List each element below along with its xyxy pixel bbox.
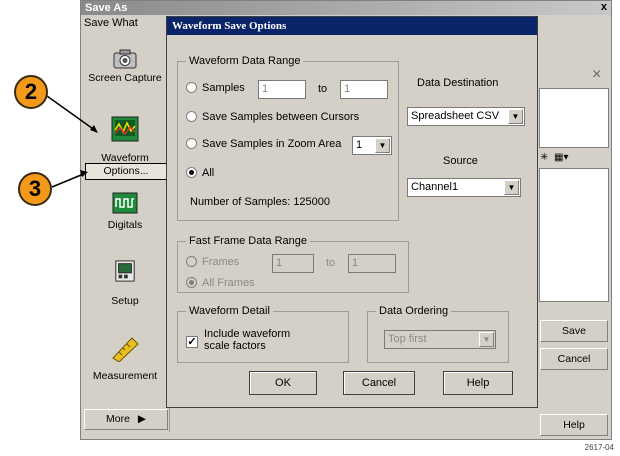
sidebar-item-label: Screen Capture [88, 72, 162, 84]
ruler-icon [112, 337, 139, 362]
sidebar-item-setup[interactable]: Setup [82, 260, 168, 320]
samples-radio[interactable]: Samples [186, 82, 245, 94]
radio-icon [186, 256, 197, 267]
data-ordering-select[interactable]: Top first ▼ [384, 330, 496, 349]
save-button[interactable]: Save [540, 320, 608, 342]
zoom-area-select[interactable]: 1 ▼ [352, 136, 392, 155]
save-as-title-bar: Save As [81, 1, 611, 15]
group-legend: Fast Frame Data Range [186, 235, 310, 247]
data-ordering-value: Top first [388, 333, 427, 345]
save-what-label: Save What [84, 17, 138, 29]
cursors-radio[interactable]: Save Samples between Cursors [186, 111, 359, 123]
group-legend: Data Ordering [376, 305, 452, 317]
path-display [539, 88, 609, 148]
sidebar-item-label: Digitals [107, 219, 143, 231]
callout-3: 3 [18, 172, 52, 206]
radio-icon [186, 138, 197, 149]
waveform-data-range-group: Waveform Data Range Samples 1 to 1 Save … [177, 55, 399, 221]
waveform-detail-group: Waveform Detail ✓ Include waveform scale… [177, 305, 349, 363]
chevron-down-icon: ▼ [479, 332, 494, 347]
number-of-samples: Number of Samples: 125000 [190, 196, 331, 208]
ok-button[interactable]: OK [249, 371, 317, 395]
waveform-icon [111, 116, 139, 142]
camera-icon [113, 49, 137, 69]
figure-number: 2617-04 [584, 443, 614, 452]
file-toolbar: ✳ ▦▾ [540, 152, 610, 168]
setup-icon [115, 260, 135, 282]
all-radio[interactable]: All [186, 167, 214, 179]
play-arrow-icon: ▶ [137, 413, 146, 425]
zoom-label: Save Samples in Zoom Area [202, 138, 342, 150]
frames-from-input[interactable]: 1 [272, 254, 314, 273]
radio-selected-icon [186, 167, 197, 178]
all-label: All [202, 167, 215, 179]
radio-icon [186, 82, 197, 93]
data-destination-select[interactable]: Spreadsheet CSV ▼ [407, 107, 525, 126]
to-label: to [318, 83, 328, 95]
close-icon[interactable]: × [592, 66, 601, 84]
chevron-down-icon: ▼ [508, 109, 523, 124]
all-frames-radio[interactable]: All Frames [186, 277, 255, 289]
sidebar-item-digitals[interactable]: Digitals [82, 192, 168, 252]
sidebar-item-measurement[interactable]: Measurement [82, 334, 168, 394]
checkbox-label-line-2: scale factors [204, 340, 266, 352]
view-menu-icon[interactable]: ▦▾ [554, 152, 568, 163]
help-button[interactable]: Help [443, 371, 513, 395]
fast-frame-group: Fast Frame Data Range Frames 1 to 1 All … [177, 235, 409, 293]
samples-to-input[interactable]: 1 [340, 80, 388, 99]
frames-to-input[interactable]: 1 [348, 254, 396, 273]
sidebar-item-screen-capture[interactable]: Screen Capture [82, 48, 168, 108]
group-legend: Waveform Detail [186, 305, 273, 317]
to-label: to [326, 257, 336, 269]
chevron-down-icon: ▼ [504, 180, 519, 195]
radio-icon [186, 111, 197, 122]
samples-label: Samples [202, 82, 245, 94]
help-button[interactable]: Help [540, 414, 608, 436]
file-list [539, 168, 609, 302]
new-folder-icon[interactable]: ✳ [540, 152, 548, 163]
more-button[interactable]: More ▶ [84, 409, 168, 430]
frames-label: Frames [202, 256, 240, 268]
more-label: More [106, 413, 130, 425]
data-destination-value: Spreadsheet CSV [411, 110, 500, 122]
sidebar-item-label: Setup [111, 295, 139, 307]
callout-2: 2 [14, 75, 48, 109]
cancel-button[interactable]: Cancel [540, 348, 608, 370]
digitals-icon [112, 192, 138, 214]
scale-factors-checkbox[interactable]: ✓ [186, 336, 198, 348]
samples-from-input[interactable]: 1 [258, 80, 306, 99]
frames-radio[interactable]: Frames [186, 256, 239, 268]
sidebar-item-label: Measurement [92, 370, 158, 382]
save-as-title: Save As [85, 2, 128, 14]
group-legend: Waveform Data Range [186, 55, 304, 67]
cursors-label: Save Samples between Cursors [202, 111, 360, 123]
chevron-down-icon: ▼ [375, 138, 390, 153]
data-destination-label: Data Destination [417, 77, 499, 89]
options-button[interactable]: Options... [85, 163, 167, 180]
data-ordering-group: Data Ordering Top first ▼ [367, 305, 509, 363]
source-label: Source [443, 155, 478, 167]
save-what-sidebar: Screen Capture Waveform Digitals Setup M… [82, 32, 170, 432]
all-frames-label: All Frames [202, 277, 255, 289]
zoom-value: 1 [356, 139, 363, 151]
close-icon[interactable]: x [601, 1, 607, 14]
source-value: Channel1 [411, 181, 459, 193]
checkbox-label-line-1: Include waveform [204, 328, 291, 340]
source-select[interactable]: Channel1 ▼ [407, 178, 521, 197]
dialog-title: Waveform Save Options [167, 17, 537, 35]
waveform-save-options-dialog: Waveform Save Options Waveform Data Rang… [166, 16, 538, 408]
zoom-area-radio[interactable]: Save Samples in Zoom Area [186, 138, 341, 150]
radio-selected-icon [186, 277, 197, 288]
scale-factors-label: Include waveform scale factors [204, 328, 290, 352]
cancel-button[interactable]: Cancel [343, 371, 415, 395]
